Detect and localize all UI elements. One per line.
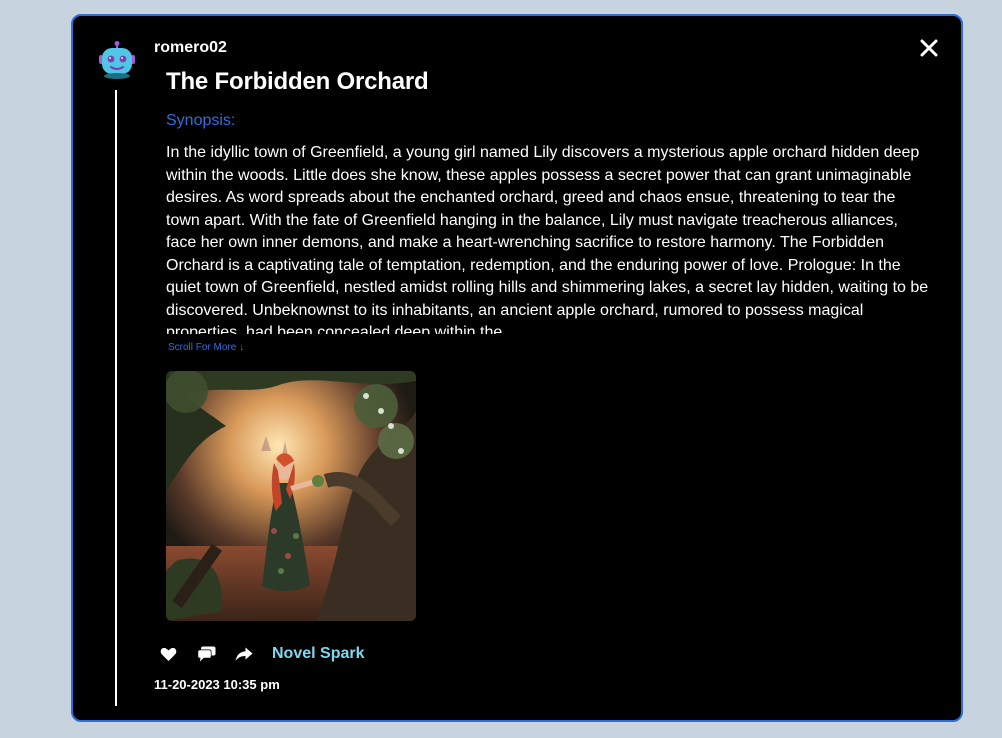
thread-line: [115, 90, 117, 706]
scroll-for-more-link[interactable]: Scroll For More ↓: [168, 342, 244, 353]
synopsis-label: Synopsis:: [166, 112, 236, 129]
comment-button[interactable]: [196, 644, 216, 664]
post-timestamp: 11-20-2023 10:35 pm: [154, 677, 280, 692]
comment-icon: [197, 646, 215, 662]
share-icon: [235, 647, 253, 661]
post-modal: romero02 The Forbidden Orchard Synopsis:…: [71, 14, 963, 722]
brand-link[interactable]: Novel Spark: [272, 645, 364, 663]
heart-icon: [160, 647, 176, 661]
post-actions: Novel Spark: [158, 640, 364, 668]
robot-avatar-icon[interactable]: [97, 40, 137, 80]
like-button[interactable]: [158, 644, 178, 664]
share-button[interactable]: [234, 644, 254, 664]
username[interactable]: romero02: [154, 39, 227, 57]
book-cover-image: [166, 371, 416, 621]
synopsis-text[interactable]: In the idyllic town of Greenfield, a you…: [166, 142, 931, 334]
close-button[interactable]: [919, 38, 939, 58]
close-icon: [920, 39, 938, 57]
post-title: The Forbidden Orchard: [166, 68, 429, 95]
